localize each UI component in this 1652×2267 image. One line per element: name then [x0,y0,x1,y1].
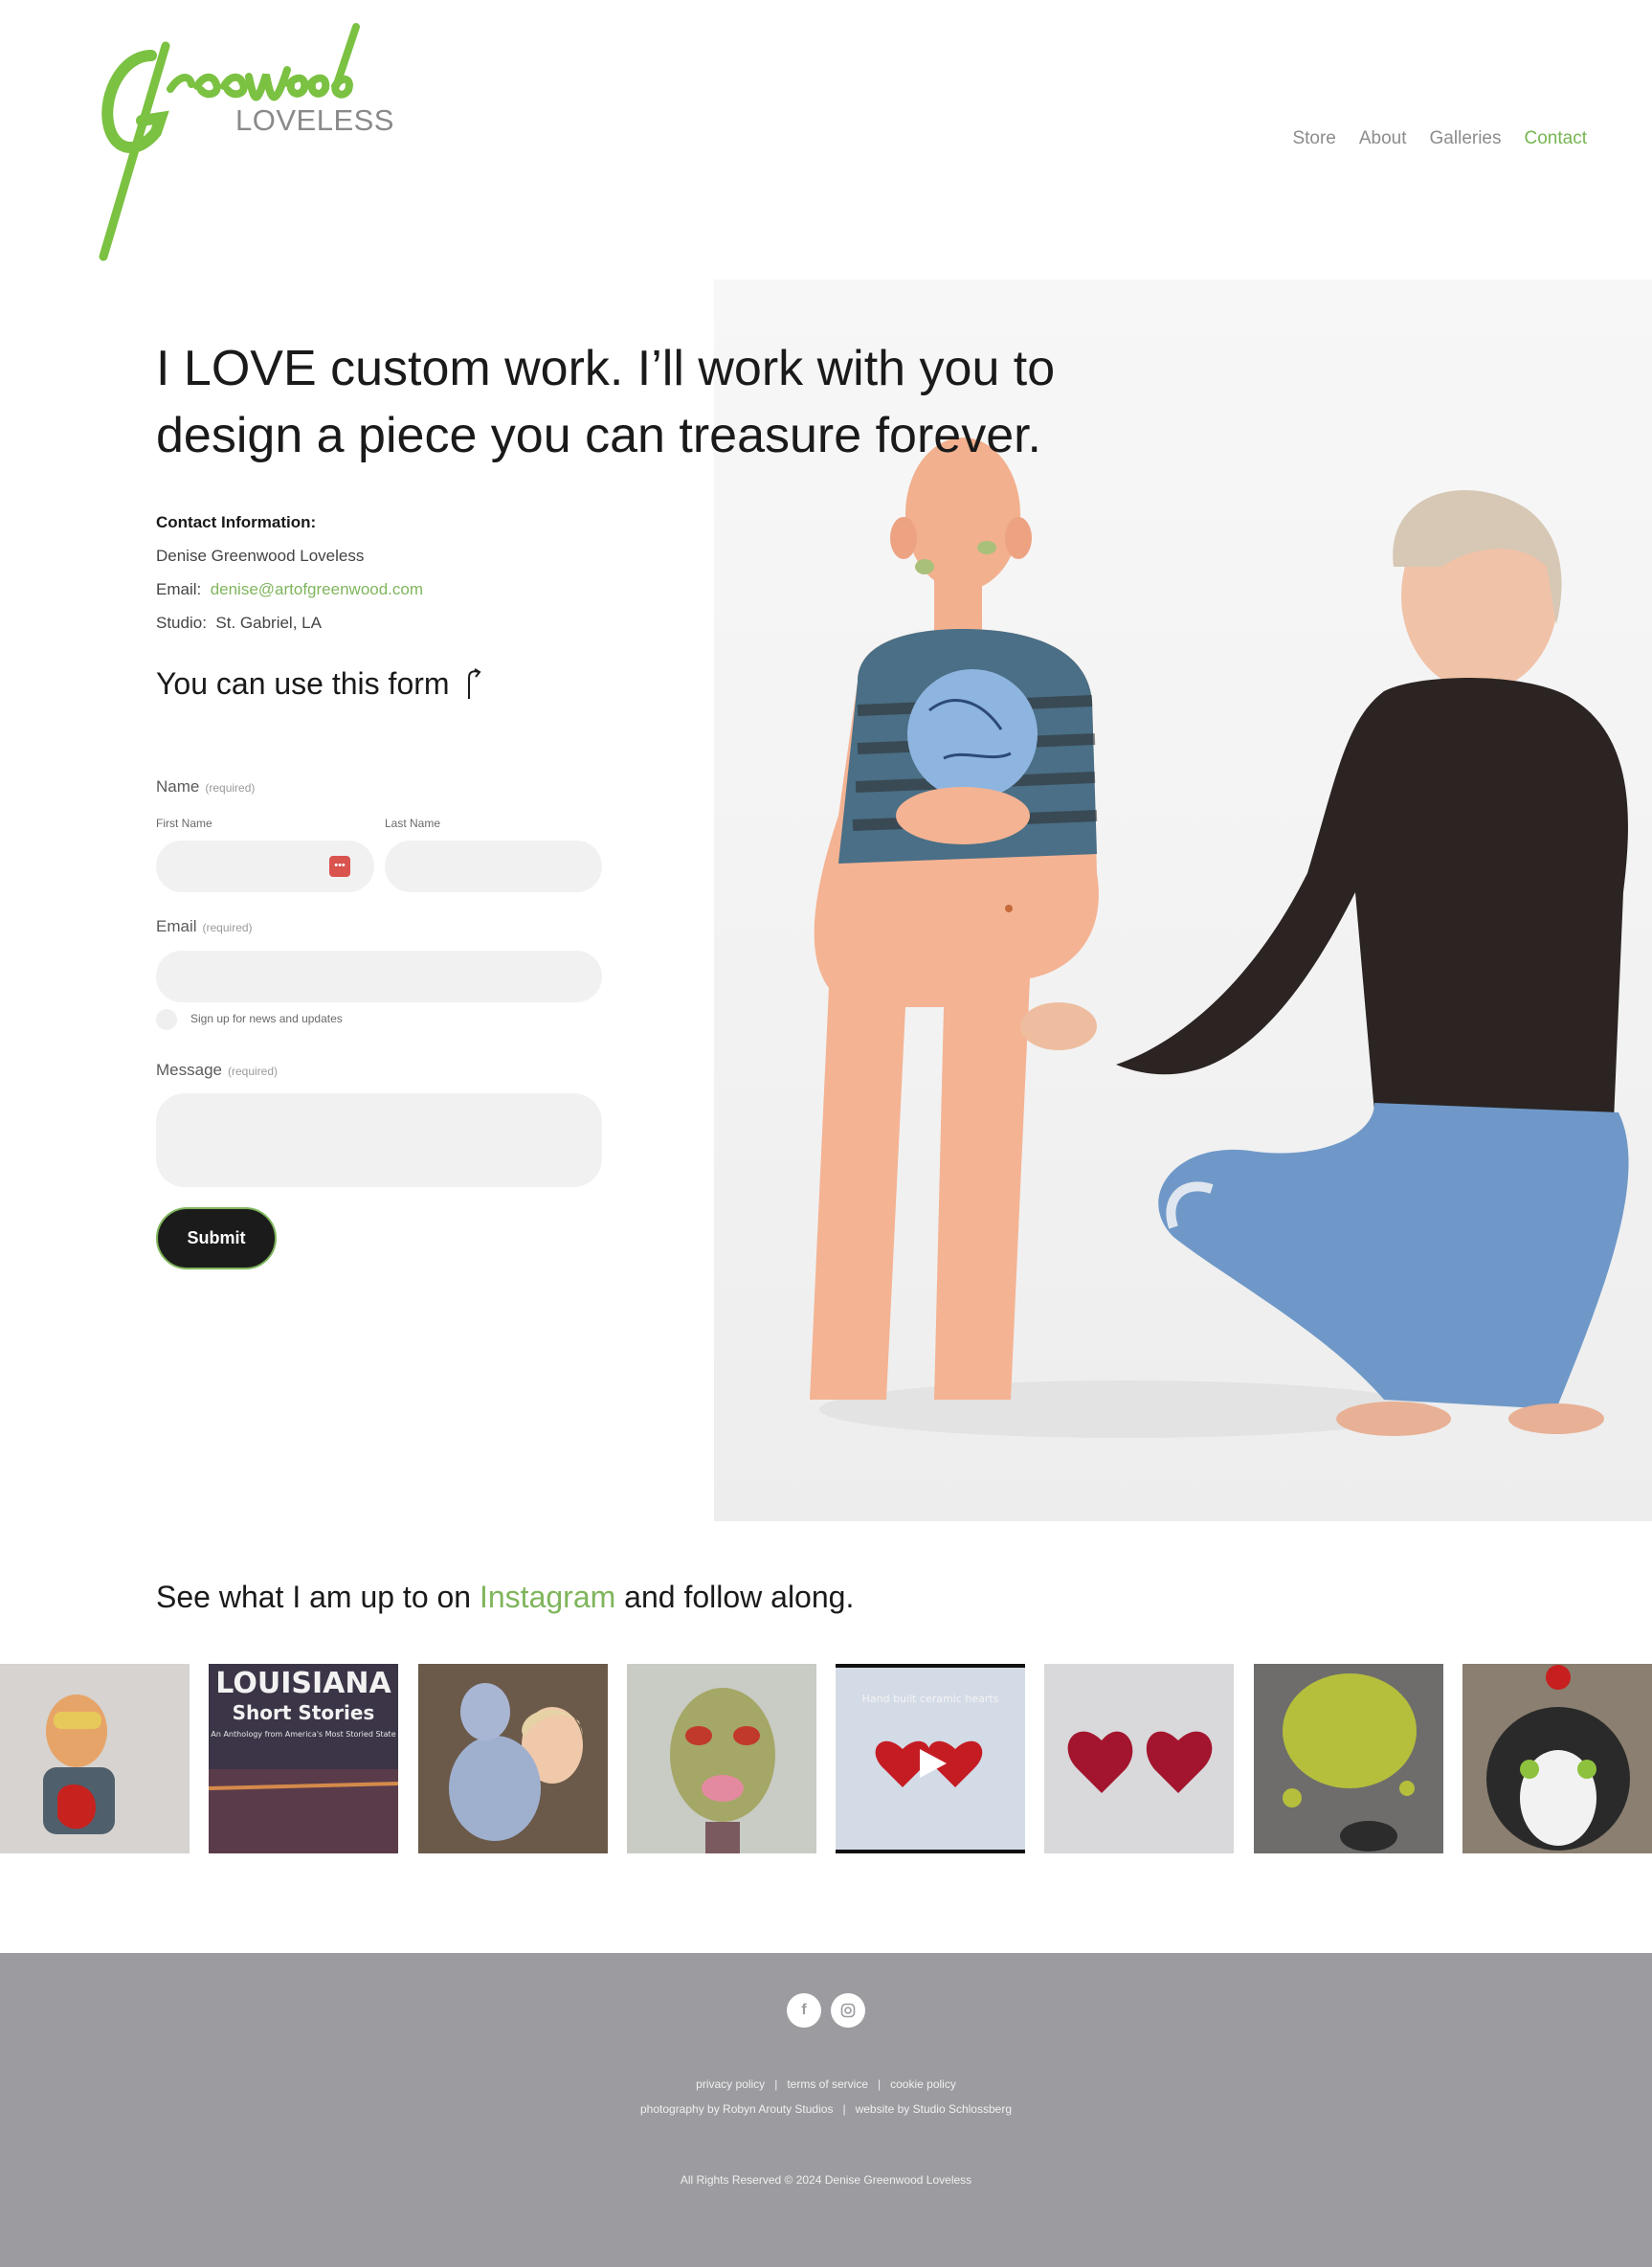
instagram-icon[interactable] [831,1993,865,2028]
name-label-text: Name [156,777,200,796]
contact-info-title: Contact Information: [156,513,317,531]
contact-name: Denise Greenwood Loveless [156,547,365,565]
mask-sculpture-image [627,1664,816,1853]
logo-mark [99,23,360,261]
photography-credit-link[interactable]: photography by Robyn Arouty Studios [640,2102,833,2116]
contact-info: Contact Information: Denise Greenwood Lo… [156,505,423,640]
required-tag: (required) [205,781,256,795]
message-textarea[interactable] [156,1093,602,1187]
email-input[interactable] [156,951,602,1002]
instagram-tile-5-video[interactable]: Hand built ceramic hearts [836,1664,1025,1853]
email-link[interactable]: denise@artofgreenwood.com [211,580,423,598]
instagram-tile-6[interactable] [1044,1664,1234,1853]
studio-value: St. Gabriel, LA [215,614,322,632]
instagram-tile-1[interactable] [0,1664,190,1853]
dog-sculpture-image [1462,1664,1652,1853]
nav-contact[interactable]: Contact [1525,128,1587,149]
video-caption: Hand built ceramic hearts [862,1693,999,1705]
copyright: All Rights Reserved © 2024 Denise Greenw… [680,2173,972,2187]
curved-arrow-icon [467,667,481,699]
signup-checkbox[interactable] [156,1009,177,1030]
page-headline: I LOVE custom work. I’ll work with you t… [156,341,1056,463]
artist-with-sculpture-image [418,1664,608,1853]
footer-legal-links: privacy policy | terms of service | cookie p… [696,2077,956,2091]
password-manager-icon[interactable]: ••• [329,856,350,877]
main-nav: Store About Galleries Contact [1292,128,1587,149]
instagram-tile-8[interactable] [1462,1664,1652,1853]
message-label-text: Message [156,1061,222,1079]
studio-label: Studio: [156,614,207,632]
instagram-link[interactable]: Instagram [480,1580,615,1614]
footer-credits: photography by Robyn Arouty Studios | webs… [639,2102,1013,2116]
website-credit-link[interactable]: website by Studio Schlossberg [856,2102,1012,2116]
message-label: Message (required) [156,1061,278,1080]
red-hearts-image [1044,1664,1234,1853]
instagram-suffix: and follow along. [615,1580,855,1614]
site-logo[interactable]: LOVELESS [84,17,394,266]
last-name-input[interactable] [385,841,602,892]
instagram-tile-3[interactable] [418,1664,608,1853]
instagram-prefix: See what I am up to on [156,1580,480,1614]
book-subtitle: Short Stories [233,1701,375,1724]
contact-studio-row: Studio: St. Gabriel, LA [156,606,423,640]
required-tag: (required) [202,921,253,934]
submit-button[interactable]: Submit [156,1207,277,1269]
logo-subtitle: LOVELESS [235,103,394,137]
name-label: Name (required) [156,777,255,797]
ceramic-hearts-video-image: Hand built ceramic hearts [836,1668,1025,1850]
signup-label: Sign up for news and updates [190,1012,343,1025]
email-field-label: Email (required) [156,917,253,936]
facebook-icon[interactable]: f [787,1993,821,2028]
email-label: Email: [156,580,202,598]
nav-galleries[interactable]: Galleries [1430,128,1502,149]
instagram-glyph [840,2003,856,2018]
nav-store[interactable]: Store [1292,128,1335,149]
instagram-tile-4[interactable] [627,1664,816,1853]
instagram-tile-2[interactable]: LOUISIANA Short Stories An Anthology fro… [209,1664,398,1853]
form-title-text: You can use this form [156,666,450,701]
privacy-link[interactable]: privacy policy [696,2077,765,2091]
email-field-label-text: Email [156,917,197,935]
instagram-tile-7[interactable] [1254,1664,1443,1853]
book-cover-image: LOUISIANA Short Stories An Anthology fro… [209,1664,398,1853]
book-title: LOUISIANA [215,1667,391,1700]
form-title: You can use this form [156,666,484,702]
cookie-link[interactable]: cookie policy [890,2077,956,2091]
terms-link[interactable]: terms of service [787,2077,868,2091]
green-glaze-image [1254,1664,1443,1853]
first-name-label: First Name [156,817,212,830]
last-name-label: Last Name [385,817,441,830]
contact-email-row: Email: denise@artofgreenwood.com [156,572,423,606]
nav-about[interactable]: About [1359,128,1407,149]
required-tag: (required) [227,1065,279,1078]
book-caption: An Anthology from America's Most Storied… [211,1730,395,1739]
instagram-heading: See what I am up to on Instagram and fol… [156,1580,854,1615]
sculpture-photo-image [0,1664,190,1853]
